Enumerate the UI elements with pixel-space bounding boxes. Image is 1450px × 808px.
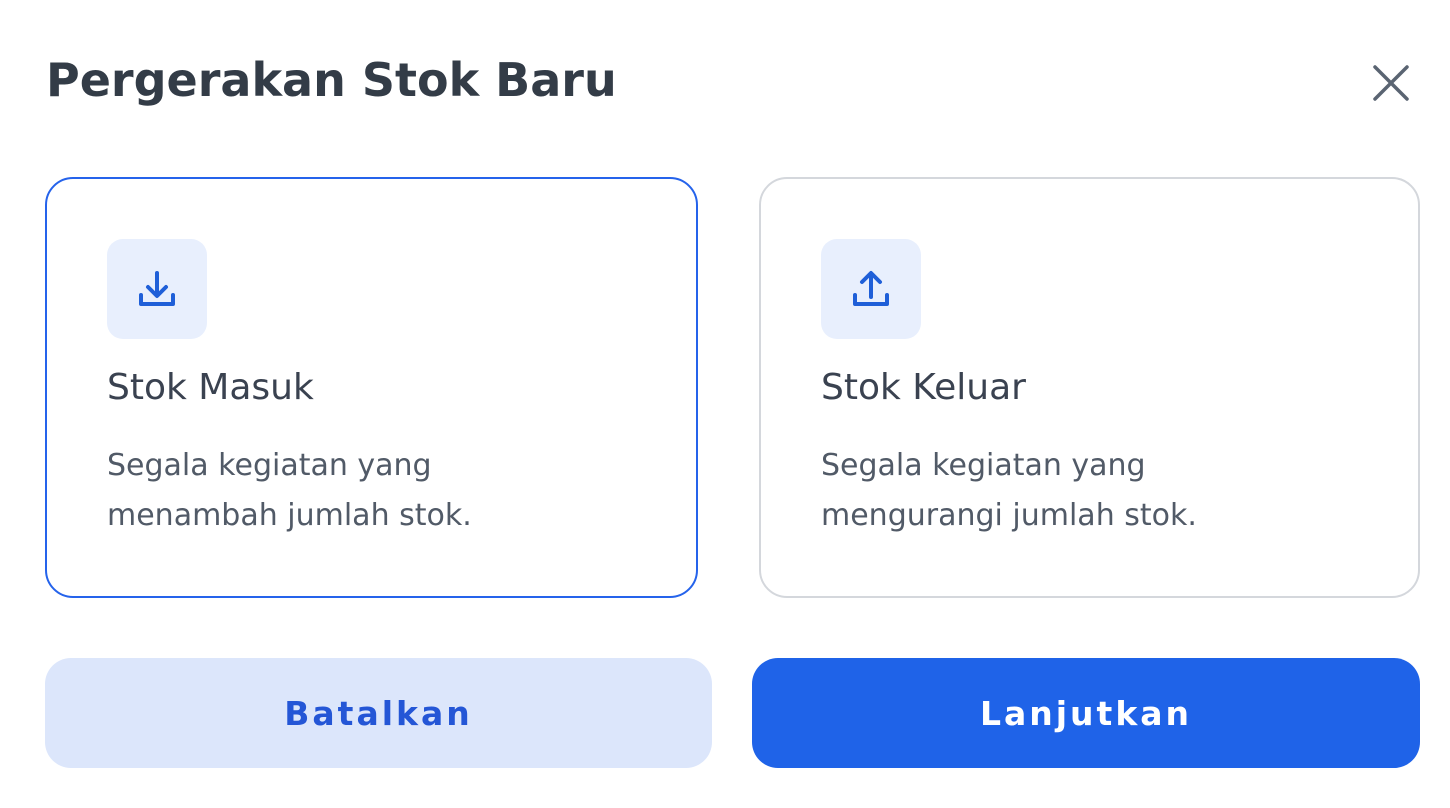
option-stock-in[interactable]: Stok Masuk Segala kegiatan yang menambah… [45,177,698,598]
option-stock-out-title: Stok Keluar [821,367,1026,408]
movement-type-options: Stok Masuk Segala kegiatan yang menambah… [45,177,1420,598]
description-line: menambah jumlah stok. [107,498,472,533]
option-stock-in-description: Segala kegiatan yang menambah jumlah sto… [107,441,627,541]
new-stock-movement-dialog: Pergerakan Stok Baru Stok Masuk Segala k… [0,0,1450,808]
close-button[interactable] [1364,56,1418,110]
option-stock-out-icon-box [821,239,921,339]
description-line: Segala kegiatan yang [821,448,1146,483]
dialog-title: Pergerakan Stok Baru [46,53,617,107]
option-stock-in-icon-box [107,239,207,339]
continue-button[interactable]: Lanjutkan [752,658,1420,768]
upload-icon [853,271,889,306]
option-stock-out[interactable]: Stok Keluar Segala kegiatan yang mengura… [759,177,1420,598]
description-line: mengurangi jumlah stok. [821,498,1197,533]
download-icon [139,271,175,306]
option-stock-in-title: Stok Masuk [107,367,314,408]
close-icon [1373,65,1409,101]
description-line: Segala kegiatan yang [107,448,432,483]
cancel-button[interactable]: Batalkan [45,658,712,768]
option-stock-out-description: Segala kegiatan yang mengurangi jumlah s… [821,441,1341,541]
